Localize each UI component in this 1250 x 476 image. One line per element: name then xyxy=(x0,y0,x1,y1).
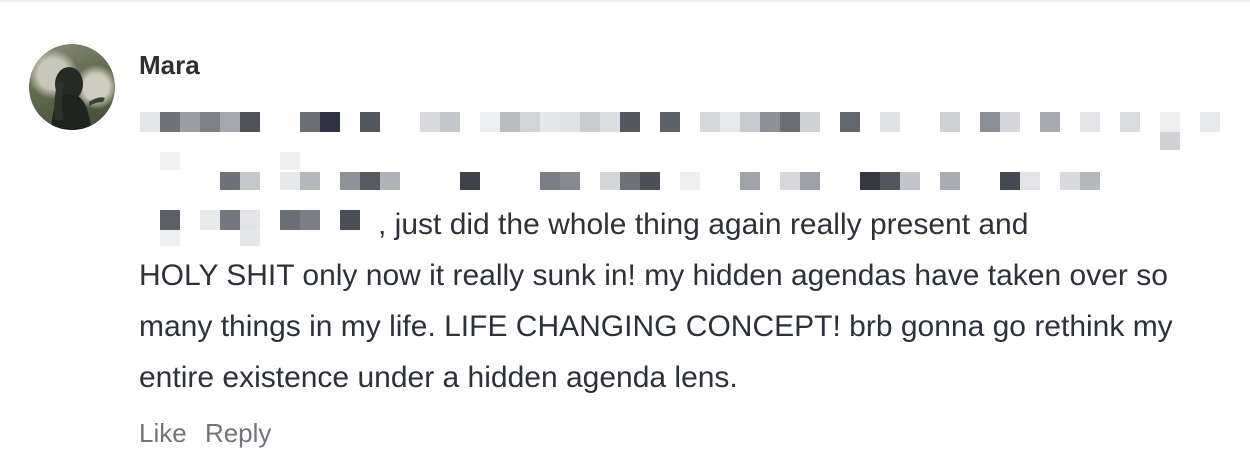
comment-body-first-line: , just did the whole thing again really … xyxy=(378,208,1029,241)
reply-button[interactable]: Reply xyxy=(205,418,271,448)
comment-body: , just did the whole thing again really … xyxy=(139,199,1239,403)
comment-body-text: HOLY SHIT only now it really sunk in! my… xyxy=(139,259,1173,394)
like-button[interactable]: Like xyxy=(139,418,187,448)
comment: Mara , just did the whole thing again re… xyxy=(0,0,1250,476)
comment-actions: Like Reply xyxy=(139,418,282,449)
